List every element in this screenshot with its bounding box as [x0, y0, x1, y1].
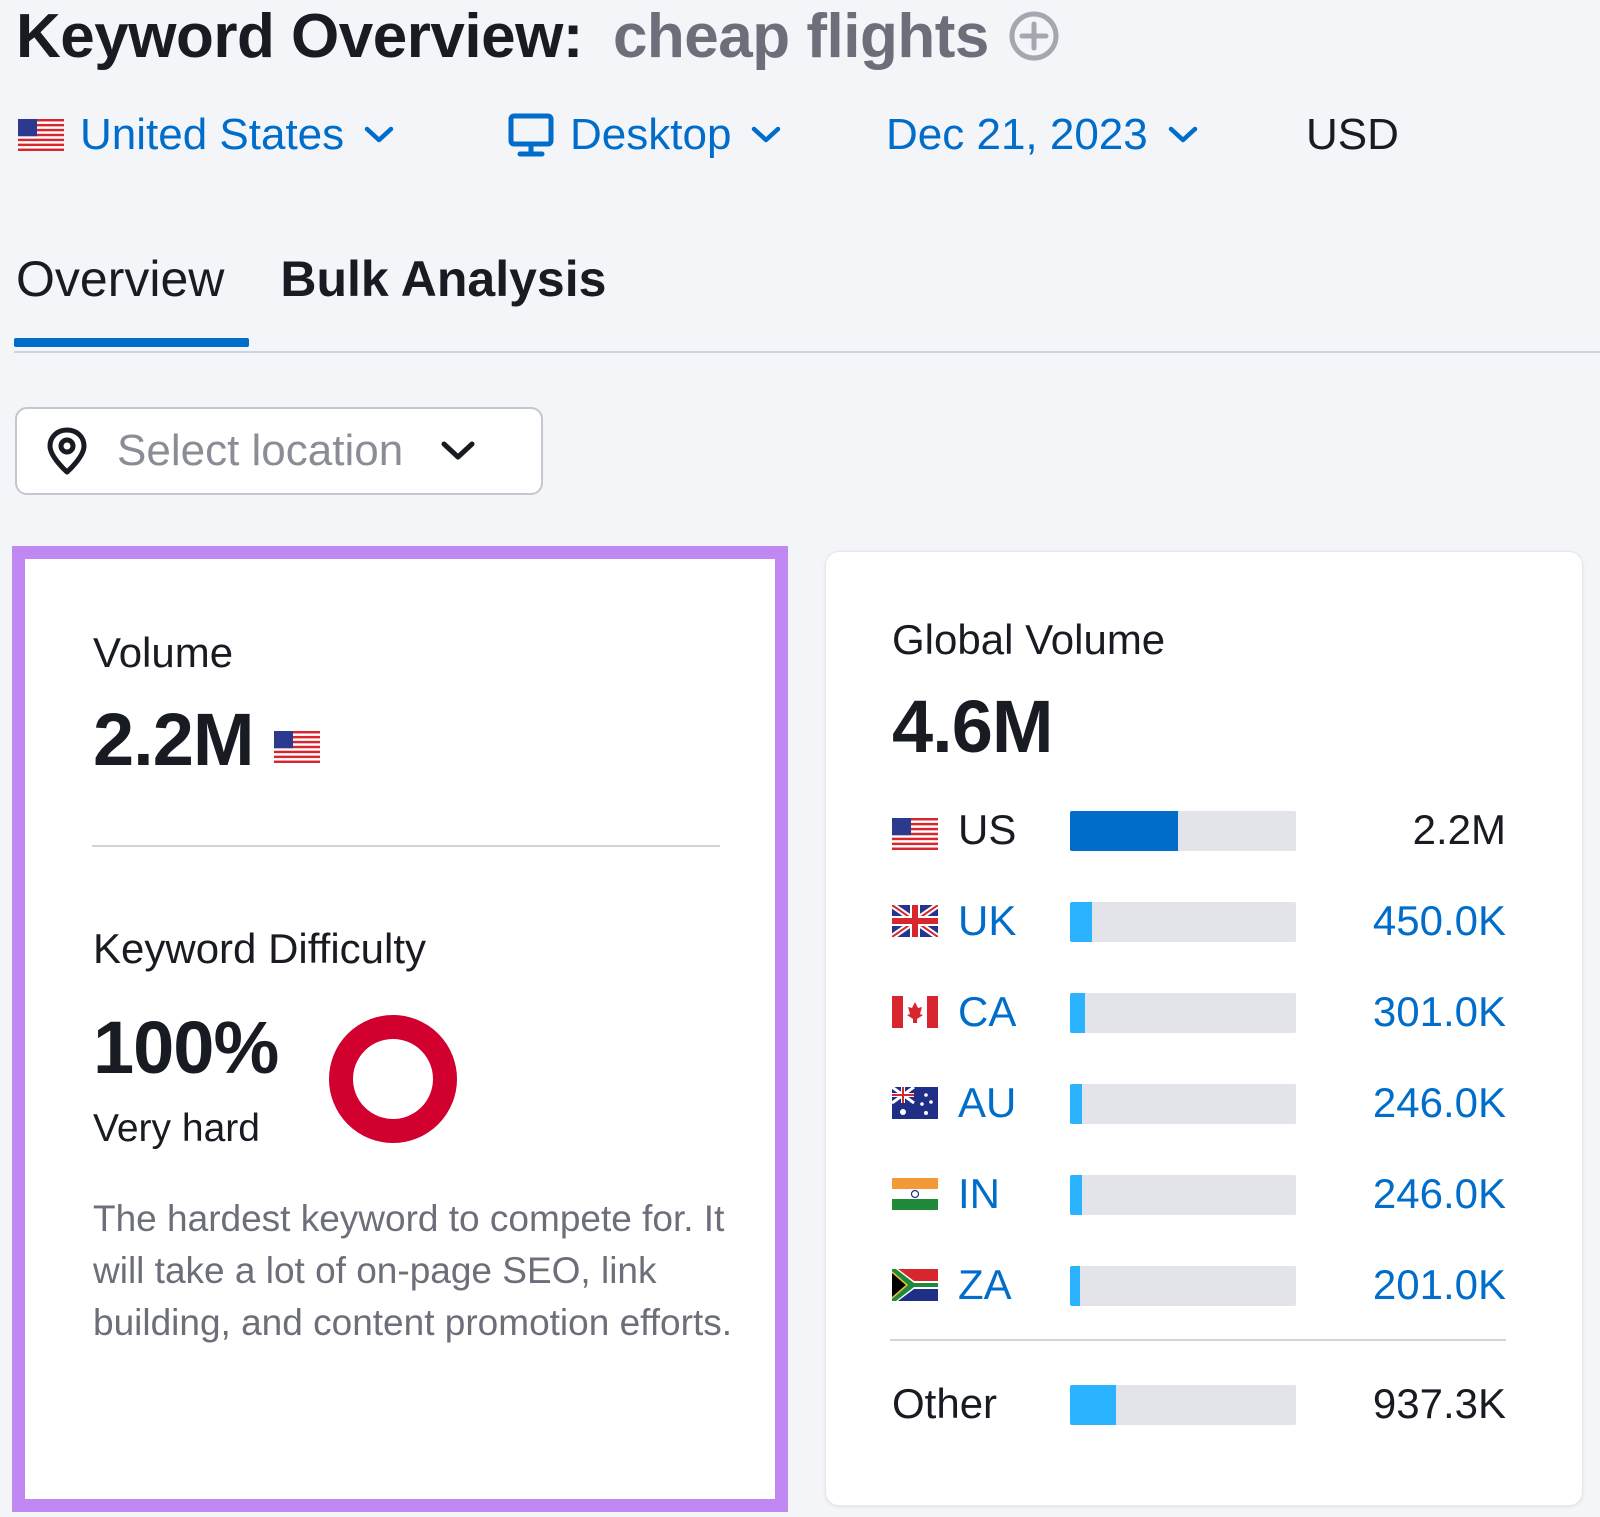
other-volume: 937.3K: [1372, 1380, 1506, 1427]
country-volume[interactable]: 301.0K: [1286, 988, 1506, 1036]
volume-bar-fill: [1070, 811, 1179, 851]
tabs-divider: [14, 351, 1600, 353]
chevron-down-icon: [441, 441, 475, 460]
global-volume-label: Global Volume: [892, 616, 1166, 663]
us-flag-icon: [273, 730, 320, 763]
volume-bar-fill: [1070, 1084, 1082, 1124]
volume-bar-fill: [1070, 1266, 1080, 1306]
volume-bar: [1070, 811, 1296, 851]
kd-value: 100%: [93, 1006, 279, 1089]
country-code[interactable]: AU: [958, 1079, 1016, 1127]
volume-label: Volume: [93, 629, 234, 676]
kd-description: The hardest keyword to compete for. It w…: [93, 1198, 733, 1343]
filter-bar: United States Desktop Dec 21, 2023 USD: [18, 100, 1399, 170]
kd-donut-arc: [329, 1015, 457, 1143]
card-divider: [92, 845, 720, 847]
list-divider: [890, 1339, 1506, 1341]
currency-label: USD: [1306, 110, 1399, 159]
tab-bulk-analysis[interactable]: Bulk Analysis: [280, 250, 606, 347]
chevron-down-icon: [364, 126, 394, 143]
country-volume[interactable]: 246.0K: [1286, 1170, 1506, 1218]
country-volume: 2.2M: [1412, 806, 1506, 853]
chevron-down-icon: [1168, 126, 1197, 143]
country-code[interactable]: UK: [958, 897, 1016, 945]
other-label: Other: [892, 1380, 998, 1427]
kd-label: Keyword Difficulty: [93, 925, 427, 972]
device-dropdown[interactable]: Desktop: [508, 110, 886, 160]
volume-bar: [1070, 1385, 1296, 1425]
kd-donut-chart: [329, 1015, 457, 1143]
country-volume[interactable]: 201.0K: [1286, 1261, 1506, 1309]
device-label: Desktop: [570, 110, 732, 159]
country-code: US: [958, 806, 1017, 853]
global-volume-value: 4.6M: [892, 685, 1054, 768]
page-header: Keyword Overview: cheap flights: [16, 0, 1061, 72]
volume-bar-fill: [1070, 993, 1085, 1033]
global-volume-card: Global Volume 4.6M US 2.2M UK 450.0K CA …: [825, 551, 1583, 1506]
keyword-text: cheap flights: [612, 1, 989, 71]
volume-bar: [1070, 1084, 1296, 1124]
location-select[interactable]: Select location: [15, 407, 543, 495]
date-label: Dec 21, 2023: [886, 110, 1148, 159]
in-flag-icon: [892, 1178, 938, 1210]
chevron-down-icon: [752, 126, 781, 143]
country-code[interactable]: ZA: [958, 1261, 1012, 1309]
location-placeholder: Select location: [117, 426, 404, 475]
country-dropdown[interactable]: United States: [18, 110, 508, 160]
ca-flag-icon: [892, 996, 938, 1028]
au-flag-icon: [892, 1087, 938, 1119]
volume-bar: [1070, 1175, 1296, 1215]
volume-bar-fill: [1070, 1175, 1082, 1215]
volume-bar: [1070, 1266, 1296, 1306]
country-volume[interactable]: 246.0K: [1286, 1079, 1506, 1127]
country-volume[interactable]: 450.0K: [1286, 897, 1506, 945]
country-code[interactable]: IN: [958, 1170, 1000, 1218]
us-flag-icon: [18, 119, 64, 151]
volume-bar-fill: [1070, 1385, 1117, 1425]
uk-flag-icon: [892, 905, 938, 937]
volume-card: Volume 2.2M Keyword Difficulty 100% Very…: [12, 546, 788, 1512]
country-label: United States: [80, 110, 345, 159]
volume-bar: [1070, 902, 1296, 942]
tab-bar: Overview Bulk Analysis: [13, 250, 606, 347]
za-flag-icon: [892, 1269, 938, 1301]
map-pin-icon: [47, 427, 87, 475]
kd-level: Very hard: [93, 1107, 260, 1150]
volume-bar: [1070, 993, 1296, 1033]
country-code[interactable]: CA: [958, 988, 1016, 1036]
tab-overview[interactable]: Overview: [13, 250, 250, 347]
date-dropdown[interactable]: Dec 21, 2023: [886, 110, 1306, 160]
page-title: Keyword Overview:: [16, 1, 583, 71]
plus-circle-icon[interactable]: [1007, 9, 1061, 63]
desktop-icon: [508, 113, 554, 157]
volume-bar-fill: [1070, 902, 1093, 942]
us-flag-icon: [892, 818, 938, 850]
volume-value: 2.2M: [93, 698, 255, 781]
volume-value-row: 2.2M: [93, 697, 320, 782]
